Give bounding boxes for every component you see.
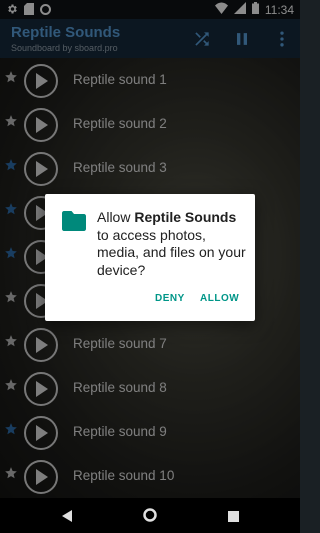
dialog-message: Allow Reptile Sounds to access photos, m… [97, 209, 247, 279]
deny-button[interactable]: DENY [155, 293, 185, 304]
permission-dialog: Allow Reptile Sounds to access photos, m… [45, 194, 255, 321]
dialog-app-name: Reptile Sounds [134, 209, 237, 225]
folder-icon [62, 211, 86, 236]
back-icon[interactable] [62, 509, 73, 527]
dialog-message-suffix: to access photos, media, and files on yo… [97, 226, 246, 278]
allow-button[interactable]: ALLOW [200, 293, 239, 304]
recents-icon[interactable] [228, 509, 239, 527]
home-icon[interactable] [143, 508, 157, 527]
navigation-bar [0, 498, 300, 533]
dialog-message-prefix: Allow [97, 209, 135, 225]
